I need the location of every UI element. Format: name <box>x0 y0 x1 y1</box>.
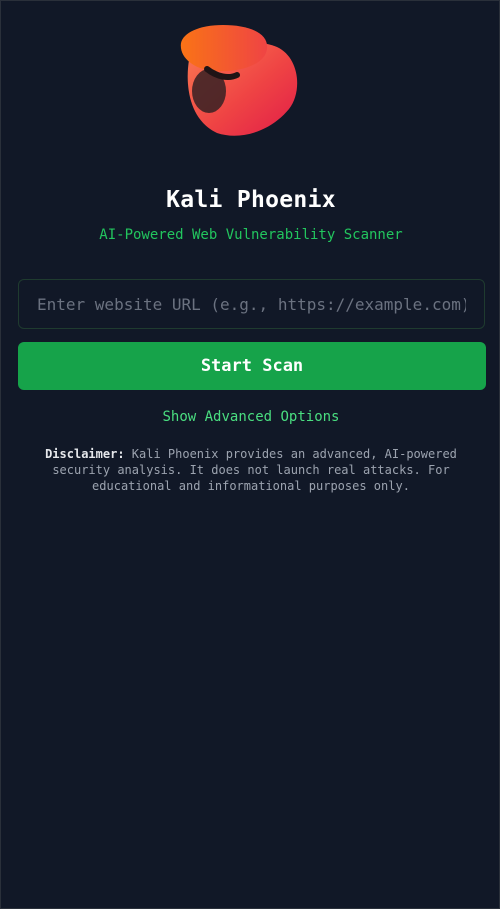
app-title: Kali Phoenix <box>166 187 336 213</box>
url-input[interactable] <box>18 279 485 329</box>
disclaimer-label: Disclaimer: <box>45 447 125 461</box>
start-scan-button[interactable]: Start Scan <box>18 342 486 390</box>
app-container: Kali Phoenix AI-Powered Web Vulnerabilit… <box>1 1 500 909</box>
app-subtitle: AI-Powered Web Vulnerability Scanner <box>99 227 403 243</box>
phoenix-logo-icon <box>180 25 298 136</box>
show-advanced-options-link[interactable]: Show Advanced Options <box>1 409 500 425</box>
disclaimer: Disclaimer: Kali Phoenix provides an adv… <box>41 446 461 494</box>
